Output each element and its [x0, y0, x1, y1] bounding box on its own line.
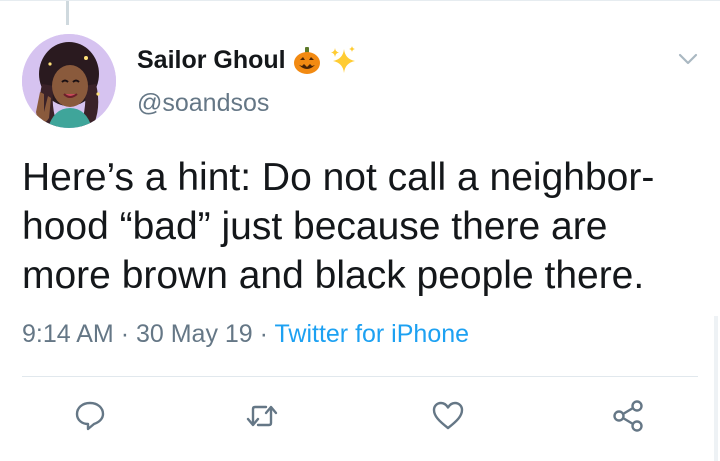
tweet-text: Here’s a hint: Do not call a neighbor- h… [22, 153, 702, 300]
reply-icon [73, 399, 107, 438]
share-icon [611, 399, 645, 438]
tweet-text-line: more brown and black people there. [22, 254, 645, 297]
like-button[interactable] [426, 396, 470, 440]
retweet-icon [244, 400, 280, 437]
display-name[interactable]: Sailor Ghoul [137, 46, 286, 75]
sparkles-icon [328, 45, 358, 75]
thread-connector-line [66, 1, 69, 25]
tweet-source-link[interactable]: Twitter for iPhone [275, 320, 470, 348]
meta-separator: · [259, 320, 268, 348]
heart-icon [431, 400, 465, 437]
retweet-button[interactable] [240, 396, 284, 440]
scrollbar[interactable] [714, 316, 718, 461]
author-name-row[interactable]: Sailor Ghoul [137, 43, 358, 77]
more-options-chevron-down-icon[interactable] [676, 49, 700, 69]
divider [22, 376, 698, 377]
tweet-card: Sailor Ghoul @soandsos Here’s a hint: Do… [0, 0, 720, 461]
share-button[interactable] [606, 396, 650, 440]
tweet-text-line: hood “bad” just because there are [22, 205, 608, 248]
reply-button[interactable] [68, 396, 112, 440]
tweet-text-line: Here’s a hint: Do not call a neighbor- [22, 156, 655, 199]
user-handle[interactable]: @soandsos [137, 89, 269, 118]
jack-o-lantern-icon [292, 45, 322, 75]
tweet-date[interactable]: 30 May 19 [136, 320, 253, 348]
avatar[interactable] [22, 34, 116, 128]
tweet-time[interactable]: 9:14 AM [22, 320, 114, 348]
action-bar [0, 396, 720, 441]
meta-separator: · [120, 320, 130, 348]
tweet-metadata: 9:14 AM · 30 May 19 · Twitter for iPhone [22, 320, 469, 349]
